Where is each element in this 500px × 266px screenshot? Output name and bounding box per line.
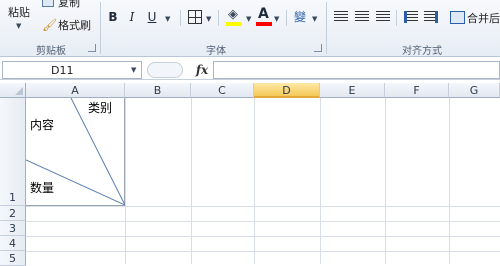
column-header-e[interactable]: E <box>320 83 385 98</box>
gridline <box>125 98 126 264</box>
bold-button[interactable]: B <box>106 8 120 26</box>
column-header-b[interactable]: B <box>125 83 191 98</box>
brush-icon: 🖌 <box>42 18 58 32</box>
gridline <box>191 98 192 264</box>
phonetic-button[interactable]: 變 <box>292 8 308 26</box>
cell-a1-bottom-left-text: 数量 <box>30 181 55 195</box>
cell-a1-top-right-text: 类别 <box>88 101 113 115</box>
row-number: 5 <box>9 252 16 265</box>
group-separator <box>100 2 101 54</box>
gridline <box>26 221 500 222</box>
gridline <box>449 98 450 264</box>
row-number: 3 <box>9 222 16 235</box>
fill-color-button[interactable]: ◈ <box>226 7 244 27</box>
row-number: 1 <box>9 191 16 204</box>
clipboard-group-label: 剪贴板 <box>36 46 66 57</box>
font-color-button[interactable]: A <box>256 6 272 28</box>
align-center-icon <box>355 11 369 23</box>
chevron-down-icon[interactable]: ▼ <box>246 15 251 23</box>
formula-input[interactable] <box>213 61 500 79</box>
row-header-1[interactable]: 1 <box>0 98 26 206</box>
align-right-icon <box>376 11 390 23</box>
paint-bucket-icon: ◈ <box>228 7 238 22</box>
copy-icon <box>42 0 54 7</box>
chevron-down-icon[interactable]: ▼ <box>165 15 170 23</box>
gridline <box>320 98 321 264</box>
row-number: 4 <box>9 237 16 250</box>
clipboard-dialog-launcher[interactable] <box>88 44 96 52</box>
row-header-4[interactable]: 4 <box>0 236 26 251</box>
underline-button[interactable]: U <box>146 8 158 26</box>
increase-indent-button[interactable] <box>424 11 438 23</box>
format-painter-button[interactable]: 🖌 格式刷 <box>42 16 104 32</box>
align-left-icon <box>334 11 348 23</box>
corner-triangle-icon <box>15 87 23 95</box>
format-painter-label: 格式刷 <box>58 19 91 32</box>
separator-line <box>218 10 219 26</box>
column-header-f[interactable]: F <box>385 83 449 98</box>
gridline <box>254 98 255 264</box>
alignment-group-label: 对齐方式 <box>402 46 442 57</box>
border-button[interactable] <box>188 10 202 24</box>
chevron-down-icon[interactable]: ▼ <box>312 15 317 23</box>
italic-button[interactable]: I <box>126 8 138 26</box>
font-dialog-launcher[interactable] <box>314 44 322 52</box>
separator-line <box>180 10 181 26</box>
copy-label: 复制 <box>58 0 80 9</box>
name-box-value: D11 <box>51 64 74 77</box>
font-color-swatch <box>256 22 272 26</box>
separator-line <box>286 10 287 26</box>
align-right-button[interactable] <box>376 11 390 23</box>
column-header-a[interactable]: A <box>26 83 125 98</box>
decrease-indent-icon <box>404 11 418 23</box>
formula-bar-splitter[interactable] <box>147 62 183 78</box>
increase-indent-icon <box>424 11 438 23</box>
ribbon: 粘贴 ▼ 复制 🖌 格式刷 剪贴板 B I U ▼ ▼ ◈ ▼ A ▼ 變 ▼ … <box>0 0 500 57</box>
name-box[interactable]: D11 ▼ <box>2 61 142 79</box>
chevron-down-icon: ▼ <box>16 22 22 30</box>
gridline <box>385 98 386 264</box>
cell-a1[interactable]: 类别 内容 数量 <box>26 98 125 206</box>
group-separator <box>326 2 327 54</box>
row-header-3[interactable]: 3 <box>0 221 26 236</box>
cell-a1-middle-left-text: 内容 <box>30 118 55 132</box>
separator-line <box>396 10 397 26</box>
column-header-c[interactable]: C <box>191 83 254 98</box>
chevron-down-icon[interactable]: ▼ <box>131 66 136 74</box>
align-left-button[interactable] <box>334 11 348 23</box>
gridline <box>26 236 500 237</box>
paste-label: 粘贴 <box>8 6 30 19</box>
row-number: 2 <box>9 207 16 220</box>
font-group-label: 字体 <box>206 46 226 57</box>
chevron-down-icon[interactable]: ▼ <box>206 15 211 23</box>
font-color-glyph: A <box>258 6 269 22</box>
merge-center-button[interactable]: 合并后 <box>450 9 500 25</box>
row-header-2[interactable]: 2 <box>0 206 26 221</box>
fill-color-swatch <box>226 22 242 26</box>
align-center-button[interactable] <box>355 11 369 23</box>
merge-icon <box>450 11 465 24</box>
column-header-d[interactable]: D <box>254 83 320 98</box>
select-all-corner[interactable] <box>0 83 26 98</box>
paste-button[interactable]: 粘贴 ▼ <box>2 0 36 40</box>
border-grid-icon-h <box>189 17 201 18</box>
gridline <box>26 251 500 252</box>
gridline <box>26 206 500 207</box>
insert-function-button[interactable]: fx <box>192 61 212 79</box>
chevron-down-icon[interactable]: ▼ <box>274 15 279 23</box>
column-header-g[interactable]: G <box>449 83 500 98</box>
decrease-indent-button[interactable] <box>404 11 418 23</box>
merge-label: 合并后 <box>467 12 500 25</box>
copy-button[interactable]: 复制 <box>42 0 102 9</box>
